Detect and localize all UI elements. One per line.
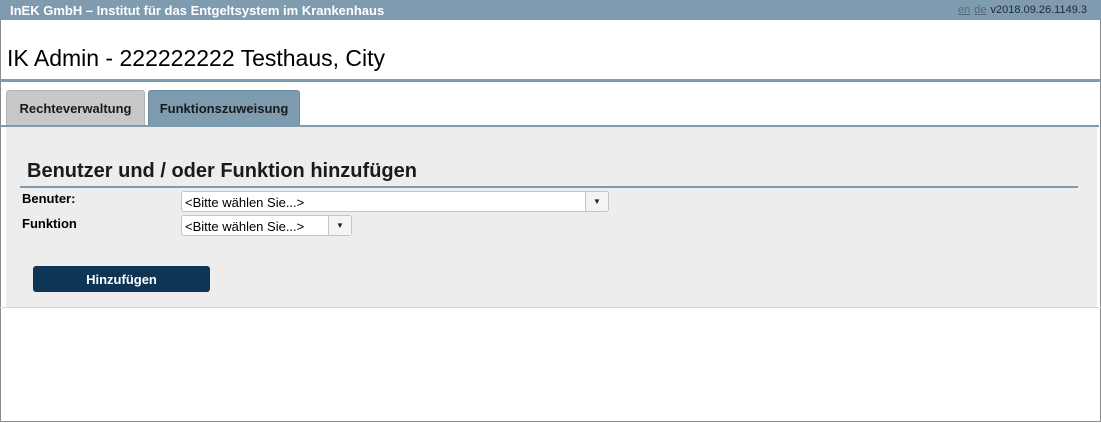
tab-funktionszuweisung[interactable]: Funktionszuweisung xyxy=(148,90,300,125)
version-label: v2018.09.26.1149.3 xyxy=(990,4,1087,16)
chevron-down-icon[interactable]: ▼ xyxy=(328,216,351,235)
benutzer-select[interactable]: <Bitte wählen Sie...> ▼ xyxy=(181,191,609,212)
funktion-select-value: <Bitte wählen Sie...> xyxy=(185,219,305,234)
section-divider xyxy=(20,186,1078,188)
language-en-link[interactable]: en xyxy=(958,4,970,16)
language-de-link[interactable]: de xyxy=(974,4,986,16)
benutzer-select-value: <Bitte wählen Sie...> xyxy=(185,195,305,210)
title-divider xyxy=(0,79,1101,82)
add-button[interactable]: Hinzufügen xyxy=(33,266,210,292)
top-bar: InEK GmbH – Institut für das Entgeltsyst… xyxy=(0,0,1101,20)
benutzer-label: Benuter: xyxy=(22,191,76,206)
page-title: IK Admin - 222222222 Testhaus, City xyxy=(7,45,386,71)
organization-name: InEK GmbH – Institut für das Entgeltsyst… xyxy=(10,3,385,18)
panel-bottom-divider xyxy=(0,307,1101,308)
tab-rechteverwaltung[interactable]: Rechteverwaltung xyxy=(6,90,145,125)
chevron-down-icon[interactable]: ▼ xyxy=(585,192,608,211)
top-bar-right: en de v2018.09.26.1149.3 xyxy=(958,4,1087,16)
funktion-label: Funktion xyxy=(22,216,77,231)
section-heading: Benutzer und / oder Funktion hinzufügen xyxy=(27,160,417,182)
funktion-select[interactable]: <Bitte wählen Sie...> ▼ xyxy=(181,215,352,236)
